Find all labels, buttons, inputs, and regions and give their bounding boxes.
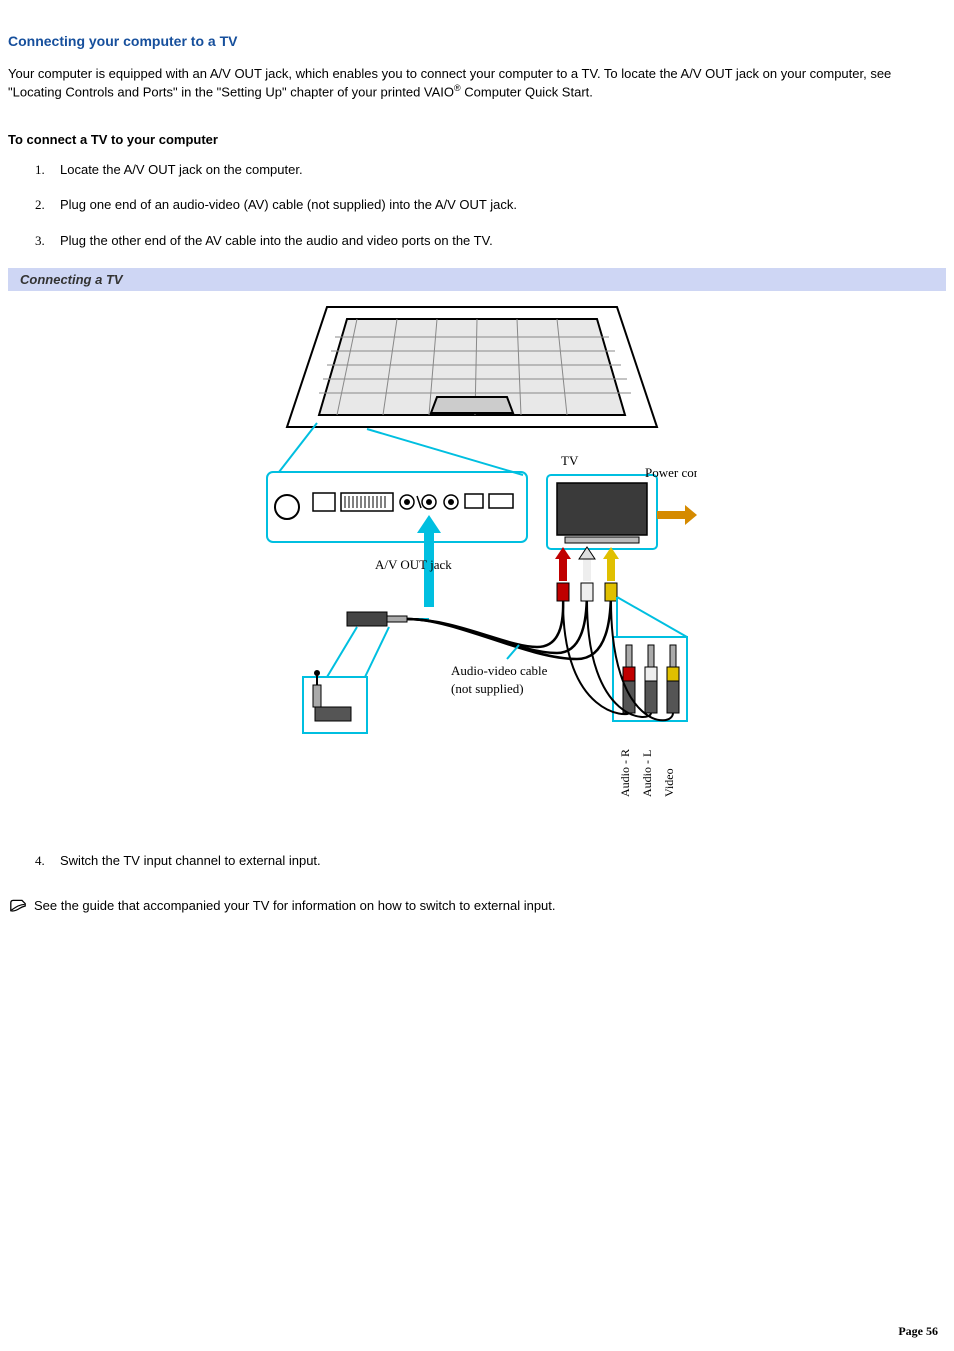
page-title: Connecting your computer to a TV — [8, 32, 946, 51]
label-audio-l: Audio - L — [640, 750, 654, 797]
step-2: Plug one end of an audio-video (AV) cabl… — [48, 196, 946, 214]
label-cable-1: Audio-video cable — [451, 663, 548, 678]
note-icon — [8, 898, 28, 914]
section-subhead: To connect a TV to your computer — [8, 131, 946, 149]
note-text: See the guide that accompanied your TV f… — [34, 897, 556, 915]
page-number-value: 56 — [926, 1324, 938, 1338]
figure: TV Power cord A/V OUT j — [257, 297, 697, 822]
steps-list: Locate the A/V OUT jack on the computer.… — [48, 161, 946, 250]
label-cable-2: (not supplied) — [451, 681, 524, 696]
steps-list-continued: Switch the TV input channel to external … — [48, 852, 946, 870]
label-audio-r: Audio - R — [618, 749, 632, 797]
page-number: Page 56 — [898, 1323, 938, 1339]
label-powercord: Power cord — [645, 465, 697, 480]
connection-diagram: TV Power cord A/V OUT j — [257, 297, 697, 817]
figure-container: TV Power cord A/V OUT j — [8, 297, 946, 822]
registered-mark: ® — [454, 83, 461, 93]
page-number-label: Page — [898, 1324, 926, 1338]
step-1: Locate the A/V OUT jack on the computer. — [48, 161, 946, 179]
document-page: Connecting your computer to a TV Your co… — [0, 0, 954, 1351]
figure-caption: Connecting a TV — [8, 268, 946, 292]
label-avout: A/V OUT jack — [375, 557, 452, 572]
intro-paragraph: Your computer is equipped with an A/V OU… — [8, 65, 946, 101]
label-video: Video — [662, 768, 676, 797]
intro-text-1: Your computer is equipped with an A/V OU… — [8, 66, 891, 100]
step-4: Switch the TV input channel to external … — [48, 852, 946, 870]
intro-text-2: Computer Quick Start. — [461, 85, 593, 100]
step-3: Plug the other end of the AV cable into … — [48, 232, 946, 250]
label-tv: TV — [561, 453, 579, 468]
note-row: See the guide that accompanied your TV f… — [8, 897, 946, 915]
